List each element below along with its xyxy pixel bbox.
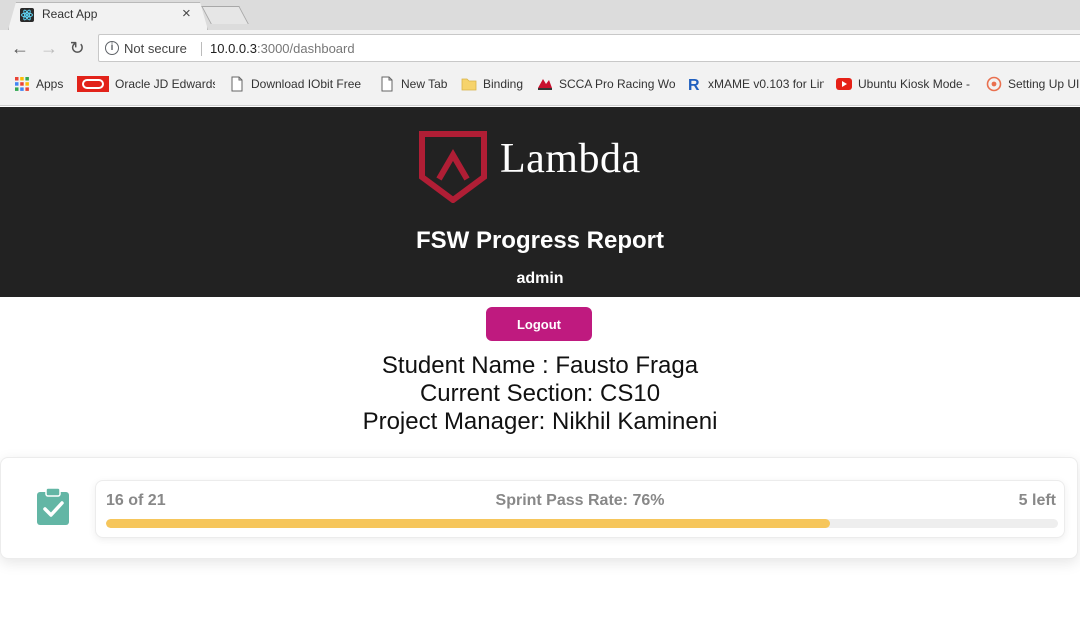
progress-panel: 16 of 21 Sprint Pass Rate: 76% 5 left — [95, 480, 1065, 538]
r-logo-icon: R — [688, 77, 700, 92]
current-user: admin — [516, 270, 564, 287]
bookmark-label: Setting Up UI — [1008, 77, 1080, 91]
browser-tab-strip: React App × — [0, 0, 1080, 30]
youtube-icon — [836, 78, 852, 90]
lambda-shield-logo-icon — [419, 131, 487, 203]
brand-name: Lambda — [500, 136, 641, 182]
current-section: Current Section: CS10 — [419, 380, 661, 407]
bookmark-label: Download IObit Free — [251, 77, 362, 91]
bookmark-ubuntu-kiosk[interactable]: Ubuntu Kiosk Mode - — [836, 76, 974, 96]
clipboard-check-icon — [37, 488, 69, 525]
oracle-icon — [77, 76, 109, 92]
folder-icon — [461, 78, 477, 91]
bookmark-setting-up[interactable]: Setting Up UI — [986, 76, 1080, 96]
reload-icon[interactable]: ↻ — [67, 38, 87, 58]
bookmark-iobit[interactable]: Download IObit Free — [229, 76, 363, 96]
browser-tab[interactable] — [8, 2, 208, 30]
forward-arrow-icon[interactable]: → — [39, 38, 59, 58]
address-divider — [201, 42, 202, 56]
bookmark-label: Ubuntu Kiosk Mode - — [858, 77, 971, 91]
new-tab-button[interactable] — [201, 6, 249, 24]
bookmark-xmame[interactable]: R xMAME v0.103 for Lin — [686, 76, 824, 96]
address-bar[interactable]: i Not secure 10.0.0.3:3000/dashboard — [98, 34, 1080, 62]
bookmark-apps[interactable]: Apps — [14, 76, 74, 96]
progress-card: 16 of 21 Sprint Pass Rate: 76% 5 left — [0, 457, 1078, 559]
student-name: Student Name : Fausto Fraga — [381, 352, 699, 379]
page-icon — [381, 76, 393, 92]
svg-text:R: R — [688, 77, 700, 92]
bookmark-label: SCCA Pro Racing Wo — [559, 77, 675, 91]
page-icon — [231, 76, 243, 92]
browser-toolbar: ← → ↻ i Not secure 10.0.0.3:3000/dashboa… — [0, 30, 1080, 66]
dashboard-page: Lambda FSW Progress Report admin Logout … — [0, 107, 1080, 618]
url-text[interactable]: 10.0.0.3:3000/dashboard — [210, 41, 355, 56]
bookmark-new-tab[interactable]: New Tab — [379, 76, 451, 96]
bookmark-scca[interactable]: SCCA Pro Racing Wo — [537, 76, 675, 96]
apps-grid-icon — [15, 77, 29, 91]
url-host: 10.0.0.3 — [210, 41, 257, 56]
url-path: :3000/dashboard — [257, 41, 355, 56]
bookmark-oracle[interactable]: Oracle JD Edwards — [77, 76, 215, 96]
bookmark-label: New Tab — [401, 77, 448, 91]
page-title: FSW Progress Report — [415, 227, 665, 254]
security-label[interactable]: Not secure — [124, 41, 187, 56]
tab-title: React App — [42, 7, 98, 21]
circle-logo-icon — [986, 76, 1002, 92]
logout-button[interactable]: Logout — [486, 307, 592, 341]
bookmark-binding[interactable]: Binding — [461, 76, 527, 96]
bookmark-label: Apps — [36, 77, 64, 91]
bookmark-label: xMAME v0.103 for Lin — [708, 77, 824, 91]
progress-bar — [106, 519, 1058, 528]
remaining-count: 5 left — [1018, 492, 1056, 509]
info-icon[interactable]: i — [105, 41, 119, 55]
bookmark-label: Binding — [483, 77, 524, 91]
bookmarks-bar: Apps Oracle JD Edwards Download IObit Fr… — [0, 66, 1080, 106]
bookmark-label: Oracle JD Edwards — [115, 77, 215, 91]
scca-icon — [538, 79, 552, 90]
tab-close-icon[interactable]: × — [182, 5, 191, 22]
project-manager: Project Manager: Nikhil Kamineni — [362, 408, 718, 435]
back-arrow-icon[interactable]: ← — [10, 38, 30, 58]
react-icon — [20, 8, 34, 22]
header-banner: Lambda FSW Progress Report admin — [0, 107, 1080, 297]
pass-rate: Sprint Pass Rate: 76% — [495, 492, 665, 509]
progress-bar-fill — [106, 519, 830, 528]
